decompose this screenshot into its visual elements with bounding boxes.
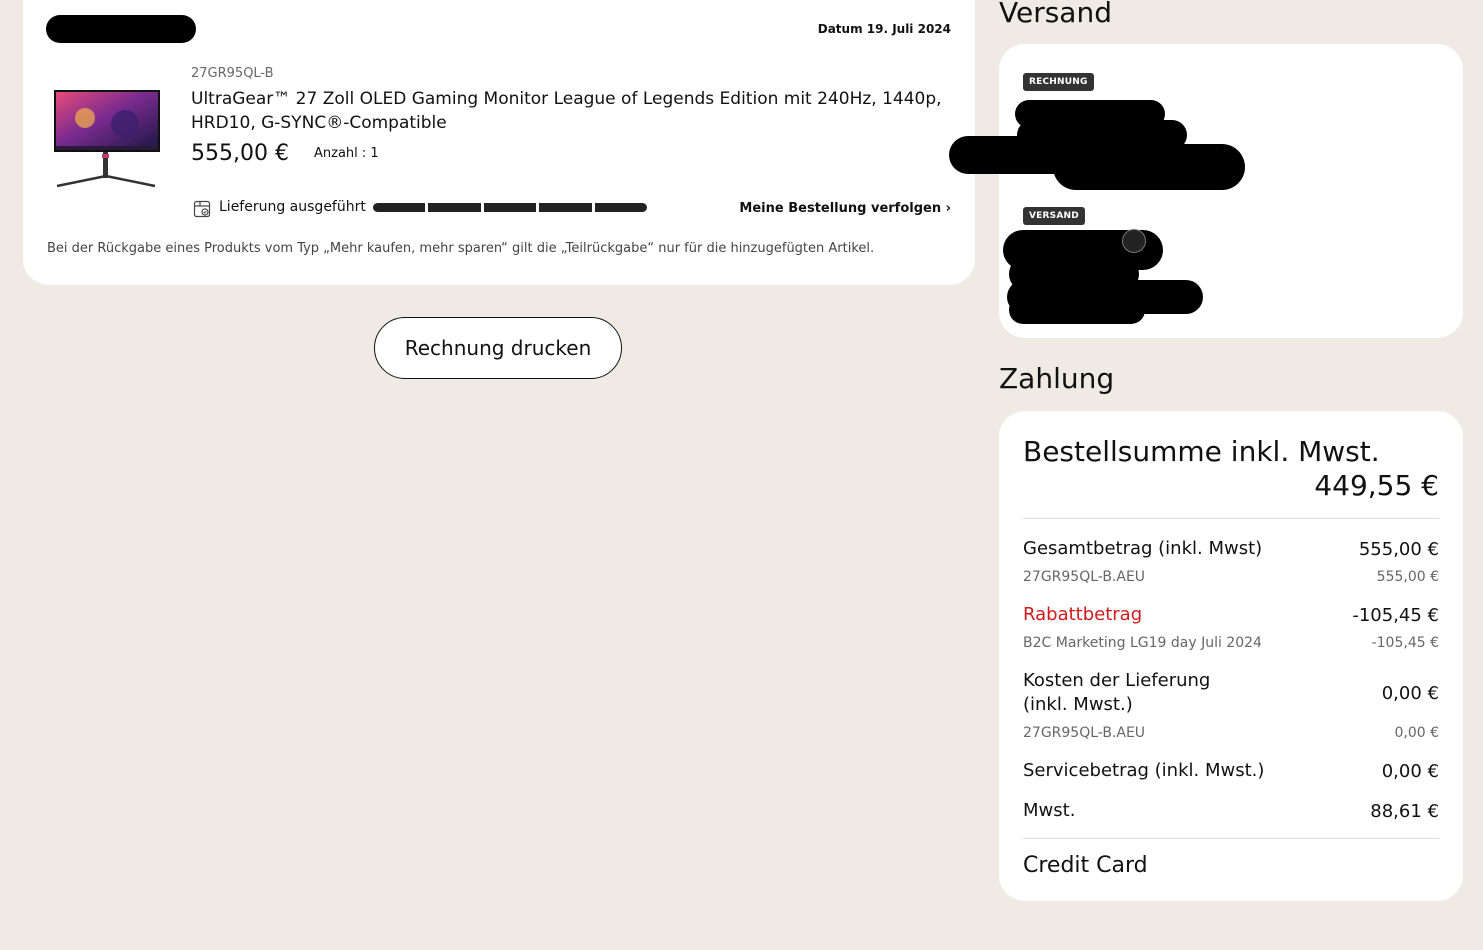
delivery-cost-label: Kosten der Lieferung (inkl. Mwst.) — [1023, 669, 1210, 717]
progress-step — [373, 203, 426, 212]
discount-label: Rabattbetrag — [1023, 604, 1143, 625]
chevron-right-icon: › — [945, 201, 951, 216]
order-card: Datum 19. Juli 2024 27GR95QL-B UltraGear… — [23, 0, 975, 285]
service-fee-value: 0,00 € — [1381, 761, 1439, 782]
redacted-shipping-address — [1009, 296, 1145, 324]
delivery-sku-label: 27GR95QL-B.AEU — [1023, 725, 1146, 741]
payment-method: Credit Card — [1023, 853, 1148, 878]
product-title[interactable]: UltraGear™ 27 Zoll OLED Gaming Monitor L… — [191, 87, 961, 135]
discount-value: -105,45 € — [1352, 605, 1439, 626]
vat-label: Mwst. — [1023, 800, 1076, 821]
divider — [1023, 838, 1439, 839]
shipping-card: RECHNUNG VERSAND — [949, 44, 1463, 338]
delivery-status: Lieferung ausgeführt — [219, 199, 366, 215]
redacted-order-name — [46, 15, 196, 43]
gross-sku-label: 27GR95QL-B.AEU — [1023, 569, 1146, 585]
track-order-label: Meine Bestellung verfolgen — [739, 201, 942, 216]
shipping-address-badge: VERSAND — [1023, 207, 1085, 225]
discount-campaign-label: B2C Marketing LG19 day Juli 2024 — [1023, 635, 1262, 651]
discount-campaign-value: -105,45 € — [1371, 635, 1439, 651]
product-price: 555,00 € — [191, 141, 289, 166]
print-invoice-button[interactable]: Rechnung drucken — [374, 317, 622, 379]
divider — [1023, 518, 1439, 519]
product-quantity: Anzahl : 1 — [314, 146, 379, 161]
order-date: Datum 19. Juli 2024 — [817, 22, 951, 36]
delivery-box-icon — [193, 200, 211, 218]
payment-heading: Zahlung — [999, 362, 1115, 395]
payment-card: Bestellsumme inkl. Mwst. 449,55 € Gesamt… — [999, 411, 1463, 901]
gross-amount-value: 555,00 € — [1358, 539, 1439, 560]
delivery-sku-value: 0,00 € — [1394, 725, 1439, 741]
product-model-code: 27GR95QL-B — [191, 66, 274, 81]
service-fee-label: Servicebetrag (inkl. Mwst.) — [1023, 760, 1265, 781]
delivery-cost-label-line1: Kosten der Lieferung — [1023, 670, 1211, 691]
redacted-invoice-address — [1053, 144, 1245, 190]
vat-value: 88,61 € — [1370, 801, 1439, 822]
delivery-cost-label-line2: (inkl. Mwst.) — [1023, 694, 1133, 715]
order-total-value: 449,55 € — [1314, 469, 1439, 502]
gross-amount-label: Gesamtbetrag (inkl. Mwst) — [1023, 538, 1263, 559]
delivery-cost-value: 0,00 € — [1381, 683, 1439, 704]
order-total-label: Bestellsumme inkl. Mwst. — [1023, 435, 1380, 468]
progress-step — [480, 203, 537, 212]
return-note: Bei der Rückgabe eines Produkts vom Typ … — [47, 241, 875, 256]
progress-step — [536, 203, 592, 212]
cursor-indicator — [1122, 229, 1146, 253]
product-image[interactable] — [51, 88, 163, 200]
shipping-heading: Versand — [999, 0, 1112, 29]
invoice-address-badge: RECHNUNG — [1023, 73, 1094, 91]
gross-sku-value: 555,00 € — [1376, 569, 1439, 585]
progress-step — [591, 203, 647, 212]
delivery-progress-bar — [373, 203, 647, 212]
track-order-link[interactable]: Meine Bestellung verfolgen › — [739, 201, 951, 216]
progress-step — [425, 203, 481, 212]
